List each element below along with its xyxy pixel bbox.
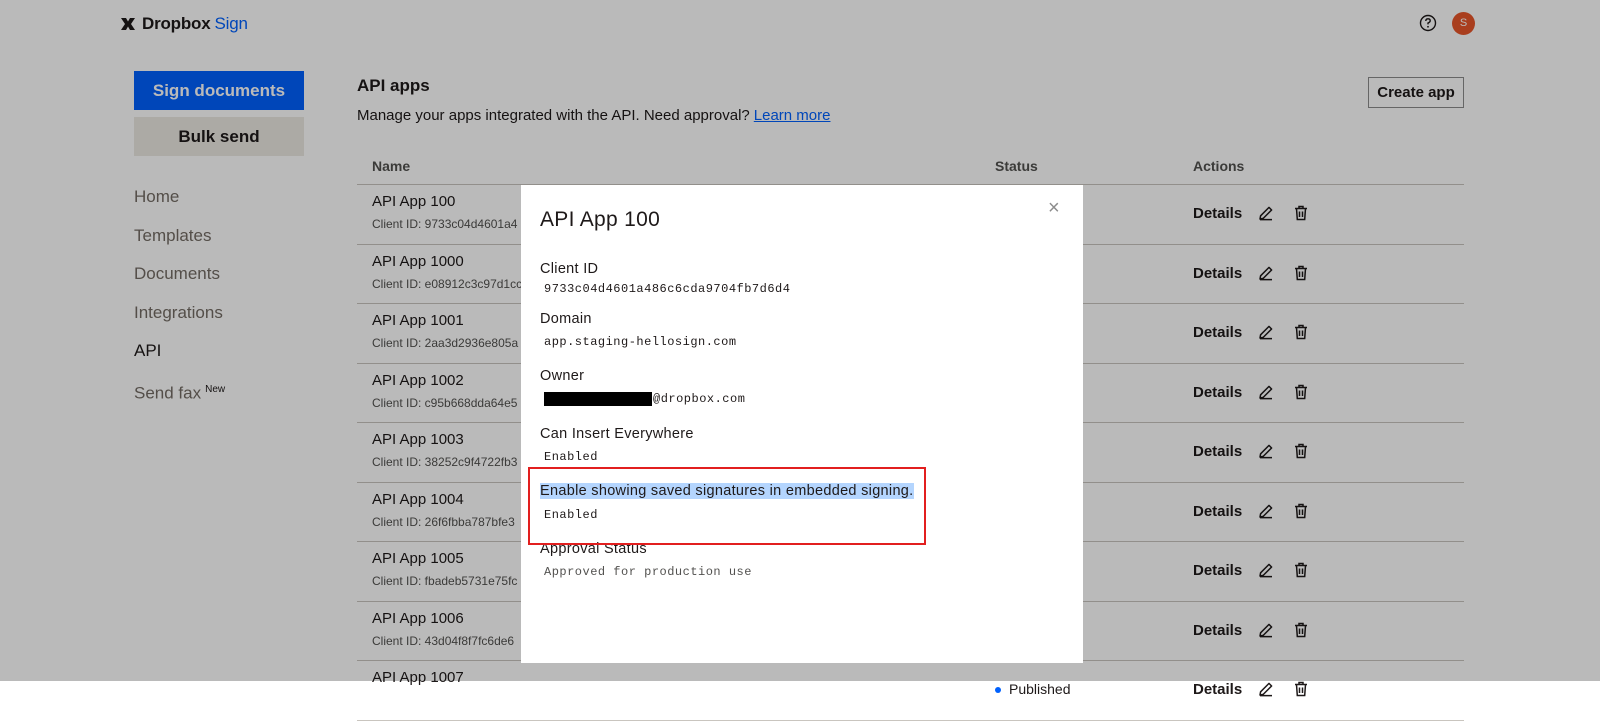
domain-label: Domain [540,311,592,327]
redacted-block [544,392,652,406]
highlight-annotation-box [528,467,926,545]
details-link[interactable]: Details [1193,681,1242,698]
page: Dropbox Sign S Sign documents Bulk send H… [0,0,1600,721]
modal-title: API App 100 [540,208,661,231]
domain-value: app.staging-hellosign.com [544,335,737,349]
trash-icon[interactable] [1292,680,1310,698]
client-id-label: Client ID [540,261,599,277]
owner-value: @dropbox.com [544,392,745,406]
client-id-value: 9733c04d4601a486c6cda9704fb7d6d4 [544,282,791,296]
status-dot [995,687,1001,694]
approval-status-value: Approved for production use [544,565,752,579]
insert-everywhere-label: Can Insert Everywhere [540,426,694,442]
insert-everywhere-value: Enabled [544,450,598,464]
edit-icon[interactable] [1257,680,1275,698]
close-icon[interactable]: × [1048,197,1060,220]
owner-label: Owner [540,368,585,384]
status-badge: Published [995,681,1071,697]
app-details-modal: × API App 100 Client ID 9733c04d4601a486… [521,185,1083,663]
